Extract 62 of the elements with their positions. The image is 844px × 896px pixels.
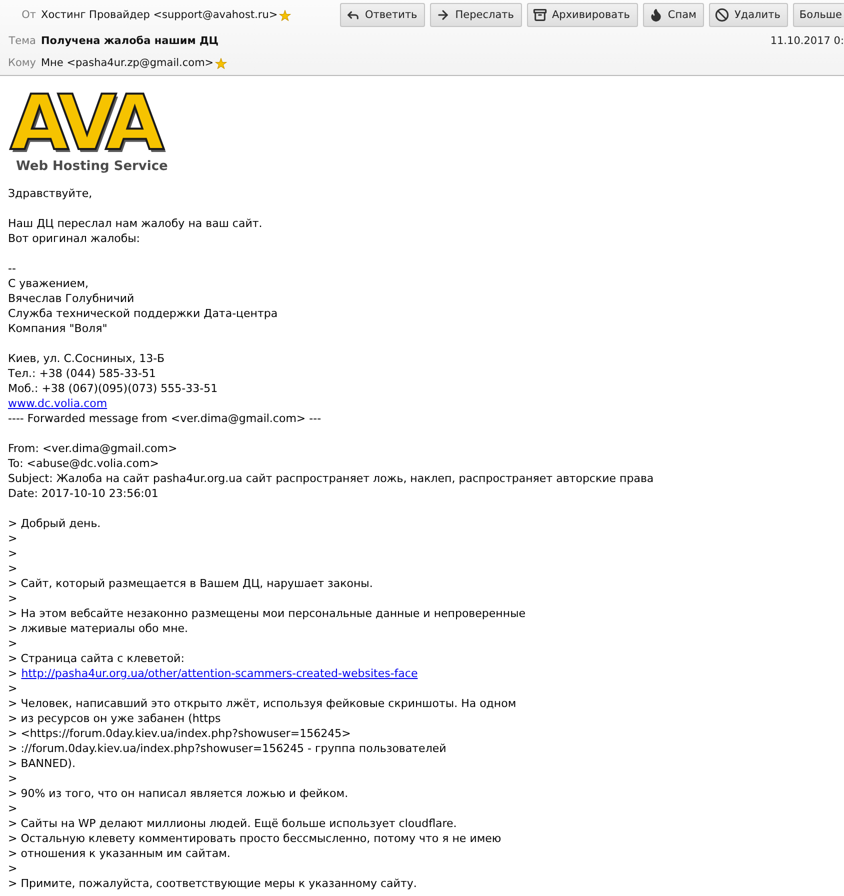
archive-box-icon xyxy=(532,8,547,22)
text-line: > Остальную клевету комментировать просто бессмысленно, потому что я не имею xyxy=(8,831,502,846)
text-line: > Примите, пожалуйста, соответствующие меры к указанному сайту. xyxy=(8,876,418,891)
reply-button[interactable]: Ответить xyxy=(340,3,426,27)
star-icon[interactable] xyxy=(214,58,227,68)
sender-address[interactable]: Хостинг Провайдер <support@avahost.ru> xyxy=(41,9,278,21)
junk-button[interactable]: Спам xyxy=(642,3,704,27)
text-line: Date: 2017-10-10 23:56:01 xyxy=(8,486,160,501)
text-line: > xyxy=(8,636,18,651)
forward-button[interactable]: Переслать xyxy=(430,3,522,27)
text-line: С уважением, xyxy=(8,276,90,291)
text-line: Subject: Жалоба на сайт pasha4ur.org.ua сайт распространяет ложь, наклеп, распространяет авторские права xyxy=(8,471,655,486)
text-line: Моб.: +38 (067)(095)(073) 555-33-51 xyxy=(8,381,219,396)
delete-button[interactable]: Удалить xyxy=(709,3,788,27)
text-line: > xyxy=(8,591,18,606)
more-button[interactable]: Больше xyxy=(793,3,844,27)
text-line: > xyxy=(8,771,18,786)
text-line: > лживые материалы обо мне. xyxy=(8,621,190,636)
text-line: Вот оригинал жалобы: xyxy=(8,231,142,246)
to-label: Кому xyxy=(6,57,36,69)
text-line: > BANNED). xyxy=(8,756,76,771)
text-line: > из ресурсов он уже забанен (https xyxy=(8,711,222,726)
star-icon[interactable] xyxy=(278,10,291,20)
link[interactable]: www.dc.volia.com xyxy=(8,397,108,410)
link[interactable]: http://pasha4ur.org.ua/other/attention-scammers-created-websites-face xyxy=(21,667,418,680)
text-line: > ://forum.0day.kiev.ua/index.php?showuser=156245 - группа пользователей xyxy=(8,741,448,756)
text-line: Наш ДЦ переслал нам жалобу на ваш сайт. xyxy=(8,216,264,231)
text-line: -- xyxy=(8,261,17,276)
text-line: To: <abuse@dc.volia.com> xyxy=(8,456,160,471)
prohibited-icon xyxy=(715,8,730,22)
text-line: > Человек, написавший это открыто лжёт, используя фейковые скриншоты. На одном xyxy=(8,696,518,711)
text-line: > <https://forum.0day.kiev.ua/index.php?showuser=156245> xyxy=(8,726,352,741)
text-line: > 90% из того, что он написал является ложью и фейком. xyxy=(8,786,350,801)
subject-text: Получена жалоба нашим ДЦ xyxy=(41,34,219,46)
text-line: > xyxy=(8,546,18,561)
text-line: > Сайт, который размещается в Вашем ДЦ, нарушает законы. xyxy=(8,576,374,591)
text-line: > Добрый день. xyxy=(8,516,102,531)
text-line: > xyxy=(8,681,18,696)
text-line: From: <ver.dima@gmail.com> xyxy=(8,441,178,456)
archive-button[interactable]: Архивировать xyxy=(526,3,638,27)
text-line: Тел.: +38 (044) 585-33-51 xyxy=(8,366,157,381)
text-line: > Страница сайта с клеветой: xyxy=(8,651,186,666)
text-line: > xyxy=(8,801,18,816)
text-line: > xyxy=(8,561,18,576)
text-line: Компания "Воля" xyxy=(8,321,108,336)
text-line: > xyxy=(8,861,18,876)
text-line: Киев, ул. С.Сосниных, 13-Б xyxy=(8,351,166,366)
text-line: Здравствуйте, xyxy=(8,186,94,201)
text-line: Служба технической поддержки Дата-центра xyxy=(8,306,279,321)
logo-caption: Web Hosting Service xyxy=(16,158,168,175)
text-line: ---- Forwarded message from <ver.dima@gmail.com> --- xyxy=(8,411,322,426)
quote-marker: > xyxy=(8,667,18,680)
date-text: 11.10.2017 0: xyxy=(770,34,844,46)
text-line: > Сайты на WP делают миллионы людей. Ещё больше использует cloudflare. xyxy=(8,816,458,831)
text-line: > отношения к указанным им сайтам. xyxy=(8,846,232,861)
text-line: > xyxy=(8,531,18,546)
recipient-address[interactable]: Мне <pasha4ur.zp@gmail.com> xyxy=(41,57,214,69)
from-label: От xyxy=(20,9,36,21)
flame-icon xyxy=(648,8,663,22)
subject-label: Тема xyxy=(8,34,36,46)
text-line: > На этом вебсайте незаконно размещены мои персональные данные и непроверенные xyxy=(8,606,527,621)
text-line: Вячеслав Голубничий xyxy=(8,291,136,306)
